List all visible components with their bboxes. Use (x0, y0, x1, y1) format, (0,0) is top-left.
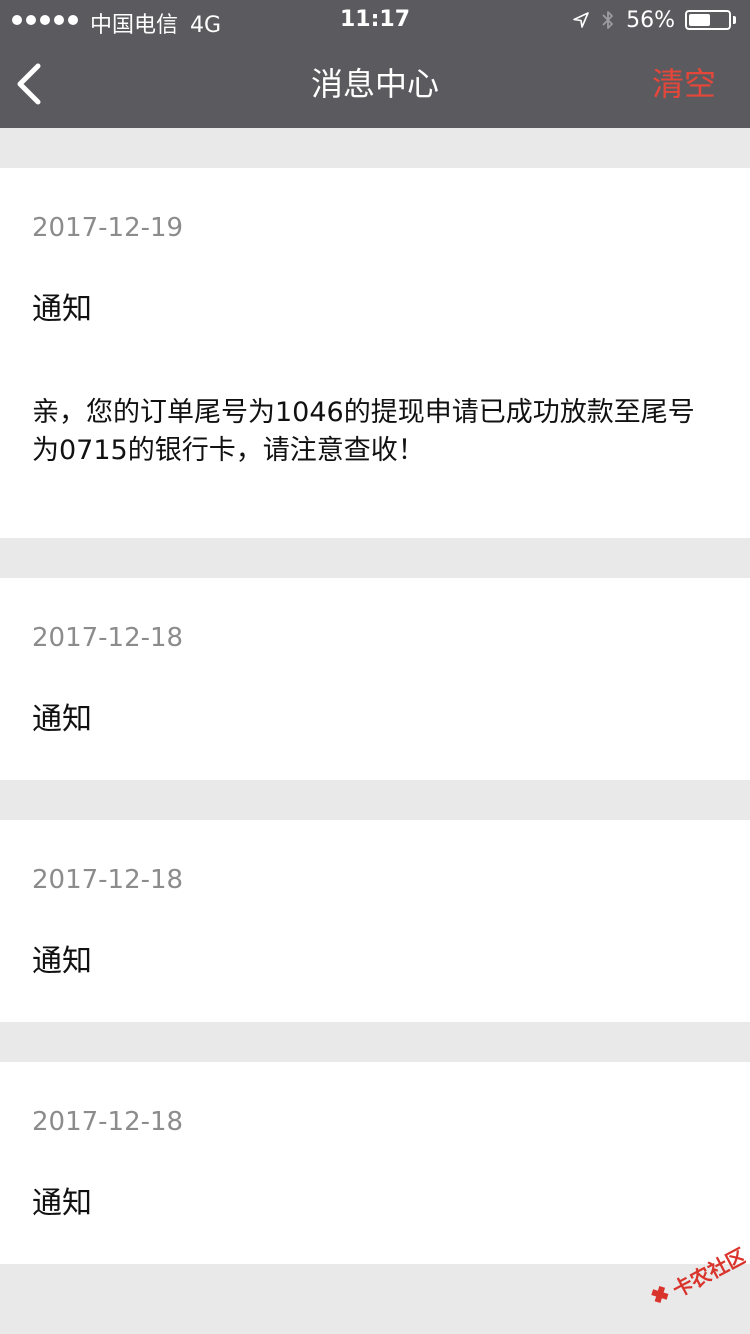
bluetooth-icon (602, 11, 613, 29)
message-item[interactable]: 2017-12-18 通知 (0, 1062, 750, 1264)
clear-button[interactable]: 清空 (652, 64, 716, 104)
top-header: 中国电信 4G 11:17 56% 消息中心 清空 (0, 0, 750, 128)
message-item[interactable]: 2017-12-18 通知 (0, 820, 750, 1022)
location-arrow-icon (573, 12, 589, 28)
message-body: 亲，您的订单尾号为1046的提现申请已成功放款至尾号为0715的银行卡，请注意查… (32, 397, 695, 466)
watermark-text: 卡农社区 (668, 1246, 746, 1302)
watermark-logo: 卡农社区 (651, 1246, 746, 1304)
status-bar: 中国电信 4G 11:17 56% (0, 0, 750, 40)
message-title: 通知 (32, 944, 92, 979)
message-list: 2017-12-19 通知 亲，您的订单尾号为1046的提现申请已成功放款至尾号… (0, 168, 750, 1304)
message-title: 通知 (32, 1186, 92, 1221)
message-title: 通知 (32, 702, 92, 737)
page-title: 消息中心 (310, 65, 439, 103)
battery-level-fill (689, 14, 710, 26)
message-date: 2017-12-18 (32, 865, 184, 895)
battery-icon (685, 10, 731, 30)
message-date: 2017-12-19 (32, 213, 184, 243)
battery-tip (733, 16, 736, 24)
message-title: 通知 (32, 292, 92, 327)
message-date: 2017-12-18 (32, 1107, 184, 1137)
battery-percent: 56% (626, 7, 675, 33)
message-item[interactable]: 2017-12-19 通知 亲，您的订单尾号为1046的提现申请已成功放款至尾号… (0, 168, 750, 538)
message-date: 2017-12-18 (32, 623, 184, 653)
navigation-bar: 消息中心 清空 (0, 40, 750, 128)
message-item[interactable]: 2017-12-18 通知 (0, 578, 750, 780)
status-right-group: 56% (572, 6, 736, 34)
